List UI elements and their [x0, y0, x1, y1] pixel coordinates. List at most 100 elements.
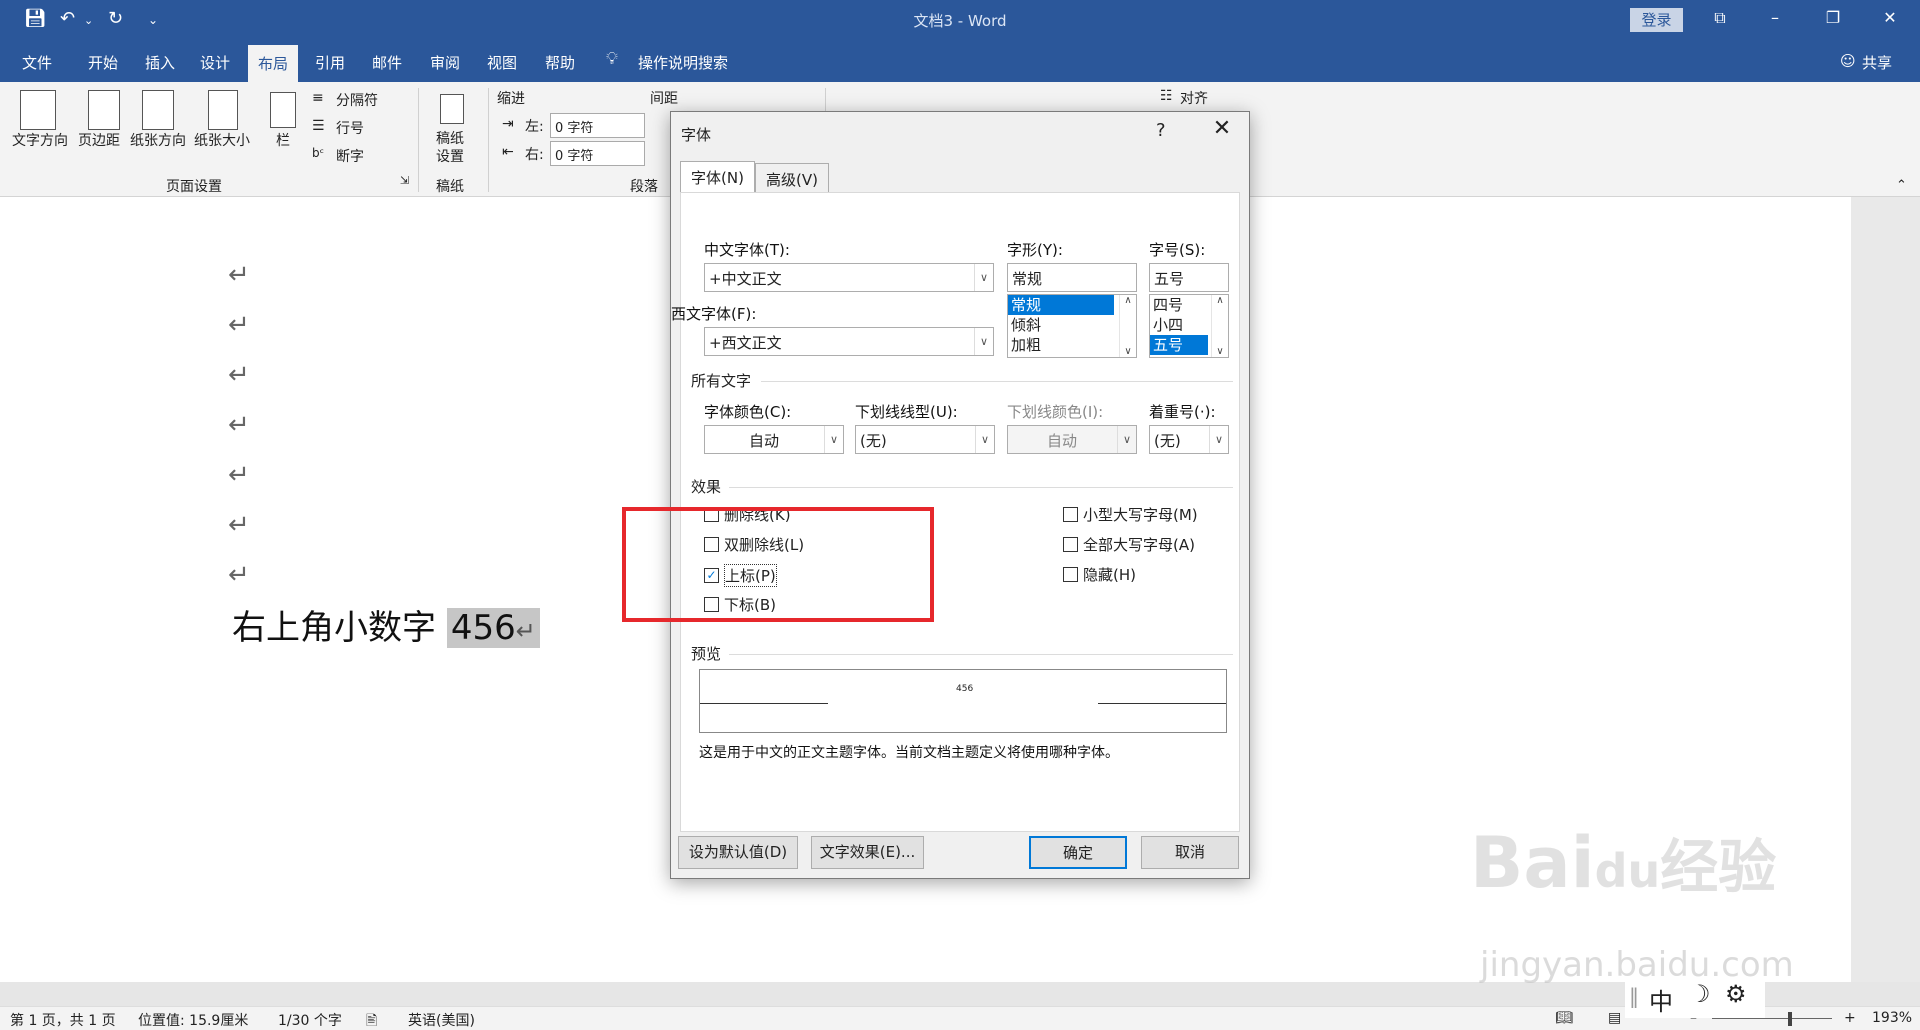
tab-review[interactable]: 审阅 — [430, 52, 460, 73]
align-button[interactable]: 对齐 — [1180, 88, 1208, 108]
indent-right-label: 右: — [525, 147, 544, 163]
tell-me-search[interactable]: 操作说明搜索 — [638, 52, 728, 73]
document-text[interactable]: 右上角小数字 — [232, 608, 436, 648]
language[interactable]: 英语(美国) — [408, 1010, 475, 1030]
vertical-scrollbar[interactable] — [1851, 197, 1920, 982]
page-setup-launcher-icon[interactable]: ⇲ — [400, 174, 409, 187]
tab-home[interactable]: 开始 — [88, 52, 118, 73]
hidden-checkbox[interactable]: 隐藏(H) — [1063, 564, 1136, 585]
chevron-up-icon[interactable]: ∧ — [1212, 295, 1228, 306]
text-effects-button[interactable]: 文字效果(E)... — [811, 836, 924, 869]
document-text-line[interactable]: 右上角小数字 456↵ — [232, 600, 540, 649]
font-color-select[interactable]: 自动 ∨ — [704, 425, 844, 454]
zoom-slider[interactable] — [1712, 1018, 1832, 1019]
tab-insert[interactable]: 插入 — [145, 52, 175, 73]
chevron-up-icon[interactable]: ∧ — [1120, 295, 1136, 306]
ime-mode[interactable]: 中 — [1649, 982, 1673, 1017]
position-value[interactable]: 位置值: 15.9厘米 — [138, 1010, 248, 1030]
small-caps-checkbox[interactable]: 小型大写字母(M) — [1063, 504, 1198, 525]
ime-handle-icon[interactable]: ‖ — [1629, 984, 1639, 1008]
breaks-button[interactable]: 分隔符 — [336, 90, 378, 110]
tab-mailings[interactable]: 邮件 — [372, 52, 402, 73]
chevron-down-icon[interactable]: ∨ — [1212, 346, 1228, 357]
word-count[interactable]: 1/30 个字 — [278, 1010, 342, 1030]
style-list[interactable]: 常规 倾斜 加粗 ∧ ∨ — [1007, 294, 1137, 358]
tab-layout[interactable]: 布局 — [248, 45, 299, 82]
manuscript-button[interactable]: 稿纸设置 — [436, 130, 466, 166]
text-direction-button[interactable]: 文字方向 — [12, 130, 68, 150]
size-button[interactable]: 纸张大小 — [194, 130, 250, 150]
size-input[interactable]: 五号 — [1149, 263, 1229, 292]
manuscript-icon[interactable] — [440, 94, 464, 124]
tab-design[interactable]: 设计 — [200, 52, 230, 73]
text-direction-icon[interactable] — [20, 90, 56, 130]
chevron-down-icon[interactable]: ∨ — [1120, 346, 1136, 357]
login-button[interactable]: 登录 — [1630, 8, 1683, 32]
chevron-down-icon[interactable]: ∨ — [974, 264, 993, 291]
chevron-down-icon[interactable]: ∨ — [974, 328, 993, 355]
columns-icon[interactable] — [270, 92, 296, 128]
collapse-ribbon-icon[interactable]: ⌃ — [1896, 178, 1907, 193]
line-numbers-button[interactable]: 行号 — [336, 118, 364, 138]
proofing-icon[interactable]: 🖹︎ — [366, 1010, 377, 1030]
cancel-button[interactable]: 取消 — [1141, 836, 1239, 869]
indent-right-input[interactable]: 0 字符 — [550, 141, 645, 166]
hyphenation-icon: bᶜ — [312, 146, 325, 160]
zoom-slider-thumb[interactable] — [1788, 1012, 1792, 1026]
read-mode-icon[interactable]: 📖︎ — [1555, 1010, 1573, 1026]
list-item[interactable]: 常规 — [1008, 295, 1114, 315]
orientation-button[interactable]: 纸张方向 — [130, 130, 186, 150]
margins-icon[interactable] — [88, 90, 120, 130]
indent-left-input[interactable]: 0 字符 — [550, 113, 645, 138]
moon-icon[interactable]: ☽ — [1689, 980, 1711, 1008]
zoom-level[interactable]: 193% — [1872, 1010, 1912, 1026]
share-button[interactable]: 共享 — [1862, 52, 1892, 73]
list-scrollbar[interactable]: ∧ ∨ — [1211, 295, 1228, 357]
chevron-down-icon[interactable]: ∨ — [824, 426, 843, 453]
tab-font[interactable]: 字体(N) — [680, 161, 755, 193]
help-button[interactable]: ? — [1156, 120, 1166, 141]
all-caps-checkbox[interactable]: 全部大写字母(A) — [1063, 534, 1195, 555]
tab-view[interactable]: 视图 — [487, 52, 517, 73]
close-icon[interactable]: ✕ — [1875, 8, 1905, 27]
selected-text[interactable]: 456↵ — [446, 608, 540, 648]
dialog-close-icon[interactable]: ✕ — [1207, 116, 1237, 141]
tab-help[interactable]: 帮助 — [545, 52, 575, 73]
cn-font-select[interactable]: +中文正文 ∨ — [704, 263, 994, 292]
list-scrollbar[interactable]: ∧ ∨ — [1119, 295, 1136, 357]
list-item[interactable]: 倾斜 — [1008, 315, 1136, 335]
columns-button[interactable]: 栏 — [276, 130, 290, 150]
page-count[interactable]: 第 1 页，共 1 页 — [10, 1010, 116, 1030]
list-item[interactable]: 五号 — [1150, 335, 1208, 355]
chevron-down-icon[interactable]: ∨ — [975, 426, 994, 453]
zoom-in-icon[interactable]: + — [1844, 1010, 1856, 1026]
margins-button[interactable]: 页边距 — [78, 130, 120, 150]
size-icon[interactable] — [208, 90, 238, 130]
checkbox-box[interactable] — [1063, 537, 1078, 552]
gear-icon[interactable]: ⚙ — [1725, 980, 1747, 1008]
print-layout-icon[interactable]: ▤ — [1608, 1010, 1621, 1026]
hyphenation-button[interactable]: 断字 — [336, 146, 364, 166]
minimize-icon[interactable]: – — [1760, 8, 1790, 27]
style-input[interactable]: 常规 — [1007, 263, 1137, 292]
preview-description: 这是用于中文的正文主题字体。当前文档主题定义将使用哪种字体。 — [699, 745, 1119, 761]
paragraph-mark-icon: ↵ — [228, 260, 250, 290]
ok-button[interactable]: 确定 — [1029, 836, 1127, 869]
chevron-down-icon[interactable]: ∨ — [1209, 426, 1228, 453]
emphasis-select[interactable]: (无) ∨ — [1149, 425, 1229, 454]
maximize-icon[interactable]: ❐ — [1818, 8, 1848, 27]
orientation-icon[interactable] — [142, 90, 174, 130]
checkbox-box[interactable] — [1063, 567, 1078, 582]
ribbon-display-icon[interactable]: ⧉ — [1705, 8, 1735, 28]
tab-references[interactable]: 引用 — [315, 52, 345, 73]
list-item[interactable]: 加粗 — [1008, 335, 1136, 355]
underline-style-select[interactable]: (无) ∨ — [855, 425, 995, 454]
checkbox-box[interactable] — [1063, 507, 1078, 522]
size-list[interactable]: 四号 小四 五号 ∧ ∨ — [1149, 294, 1229, 358]
tab-file[interactable]: 文件 — [22, 52, 52, 73]
west-font-select[interactable]: +西文正文 ∨ — [704, 327, 994, 356]
selected-digits[interactable]: 456 — [451, 608, 516, 648]
set-default-button[interactable]: 设为默认值(D) — [678, 836, 798, 869]
west-font-label: 西文字体(F): — [671, 305, 757, 323]
tab-advanced[interactable]: 高级(V) — [755, 163, 829, 193]
